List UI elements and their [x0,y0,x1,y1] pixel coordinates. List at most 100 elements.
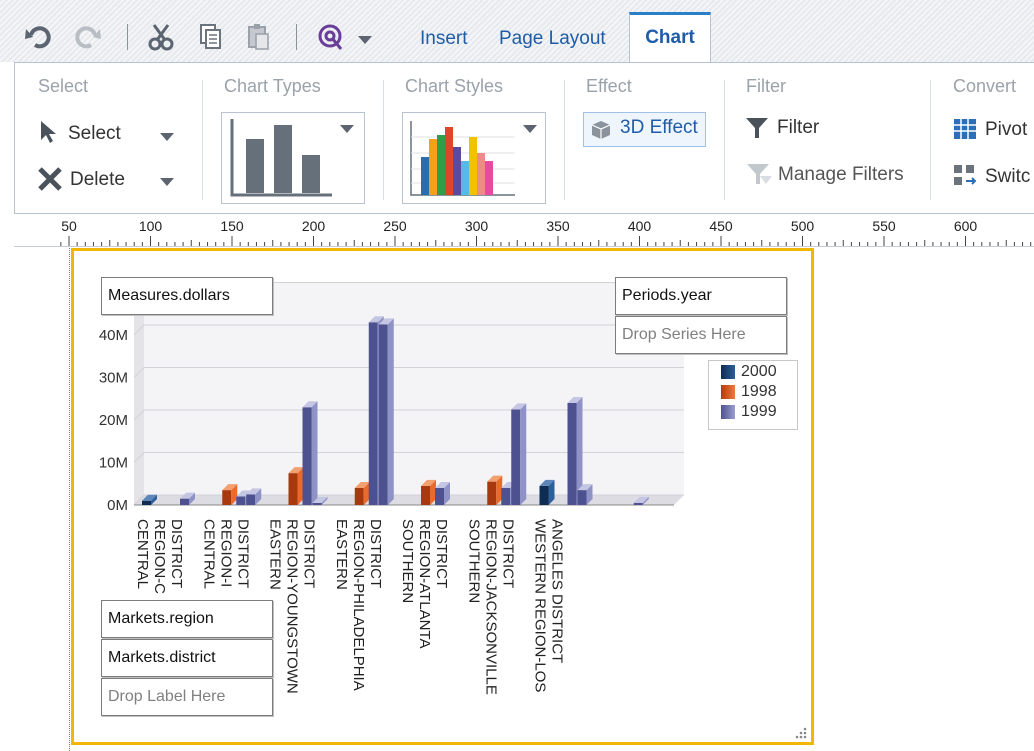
ruler-label: 450 [709,218,733,234]
tab-page-layout[interactable]: Page Layout [499,28,606,50]
pivot-button[interactable]: Pivot [985,119,1027,141]
cursor-icon [38,120,60,149]
label-drop-placeholder[interactable]: Drop Label Here [101,678,273,716]
group-title-select: Select [38,76,89,96]
x-category-label: REGION-YOUNGSTOWN [284,519,301,694]
legend-label: 1998 [741,383,777,400]
resize-handle-icon[interactable] [792,724,808,740]
cube-icon [591,121,611,139]
select-button[interactable]: Select [68,123,121,145]
bar-1998 [288,473,298,505]
cut-icon[interactable] [146,22,176,52]
undo-icon[interactable] [24,22,54,52]
x-category-label: CENTRAL [200,519,217,589]
bar-1999 [435,488,444,505]
ruler-label: 550 [872,218,896,234]
ruler-label: 150 [220,218,244,234]
legend-swatch [721,405,735,419]
bar-1999-side [311,401,318,505]
group-title-chart-styles: Chart Styles [405,76,504,96]
x-category-label: REGION-JACKSONVILLE [482,519,499,695]
x-category-label: SOUTHERN [465,519,482,603]
bar-1999-side [520,403,527,505]
bar-1998 [487,481,497,505]
group-title-filter: Filter [746,76,786,96]
group-title-chart-types: Chart Types [224,76,321,96]
series-drop-placeholder[interactable]: Drop Series Here [615,316,787,354]
x-category-label: WESTERN REGION-LOS [532,519,549,692]
x-category-label: EASTERN [267,519,284,590]
filter-button[interactable]: Filter [777,117,819,139]
x-category-label: REGION-I [217,519,234,587]
x-category-label: SOUTHERN [399,519,416,603]
y-tick-label: 10M [99,455,128,472]
chart-floor [134,495,684,505]
y-tick-label: 30M [99,370,128,387]
group-separator [564,80,565,200]
pivot-table-icon [954,119,976,144]
group-separator [383,80,384,200]
chart-style-dropdown-icon[interactable] [523,125,537,133]
switch-button[interactable]: Switc [985,166,1030,188]
bar-1999 [511,409,521,505]
legend-item: 1998 [721,383,777,401]
x-category-label: EASTERN [333,519,350,590]
tab-chart[interactable]: Chart [629,12,711,64]
legend-swatch [721,385,735,399]
ruler-label: 250 [383,218,407,234]
format-icon[interactable] [316,22,346,52]
x-category-label: ANGELES DISTRICT [549,519,566,663]
y-tick-label: 20M [99,412,128,429]
ruler-label: 500 [790,218,815,234]
group-separator [930,80,931,200]
bar-1999 [633,502,643,505]
ruler-label: 200 [301,218,326,234]
bar-1999 [501,488,511,505]
bar-1999 [577,490,587,505]
bar-1999-side [387,318,394,505]
x-category-label: DISTRICT [367,519,384,588]
delete-icon [37,166,63,197]
copy-icon[interactable] [196,22,226,52]
delete-dropdown-icon[interactable] [160,178,174,186]
x-category-label: DISTRICT [168,519,185,588]
delete-button[interactable]: Delete [70,169,125,191]
bar-1998 [421,485,430,505]
x-category-label: DISTRICT [234,519,251,588]
paste-icon[interactable] [244,22,274,52]
measure-drop-zone[interactable]: Measures.dollars [101,277,273,315]
x-category-label: CENTRAL [134,519,151,589]
district-label-drop-zone[interactable]: Markets.district [101,639,273,677]
x-category-label: REGION-ATLANTA [416,519,433,648]
3d-effect-button[interactable]: 3D Effect [583,112,706,147]
3d-effect-label: 3D Effect [620,117,698,138]
switch-icon [954,165,977,192]
bar-1999 [180,498,189,505]
legend-item: 2000 [721,363,777,381]
redo-icon[interactable] [72,22,102,52]
bar-chart-type-icon [230,119,332,197]
ruler-label: 300 [464,218,489,234]
bar-1999 [236,496,246,505]
legend-swatch [721,365,735,379]
format-dropdown-icon[interactable] [358,36,372,44]
bar-1998 [354,488,364,505]
manage-filters-button[interactable]: Manage Filters [778,164,904,186]
group-title-convert: Convert [953,76,1017,96]
group-separator [202,80,203,200]
ruler-label: 600 [953,218,978,234]
chart-style-selector[interactable] [402,112,546,204]
chart-legend: 2000 1998 1999 [708,360,798,430]
y-tick-label: 40M [99,327,128,344]
chart-type-dropdown-icon[interactable] [340,125,354,133]
chart-type-selector[interactable] [221,112,365,204]
tab-insert[interactable]: Insert [420,28,468,50]
tab-chart-label: Chart [645,27,695,48]
series-drop-zone[interactable]: Periods.year [615,277,787,315]
select-dropdown-icon[interactable] [160,133,174,141]
legend-label: 2000 [741,363,777,380]
chart-side-wall [134,282,144,505]
ruler-label: 50 [61,218,77,234]
region-label-drop-zone[interactable]: Markets.region [101,600,273,638]
bar-2000 [539,485,549,505]
